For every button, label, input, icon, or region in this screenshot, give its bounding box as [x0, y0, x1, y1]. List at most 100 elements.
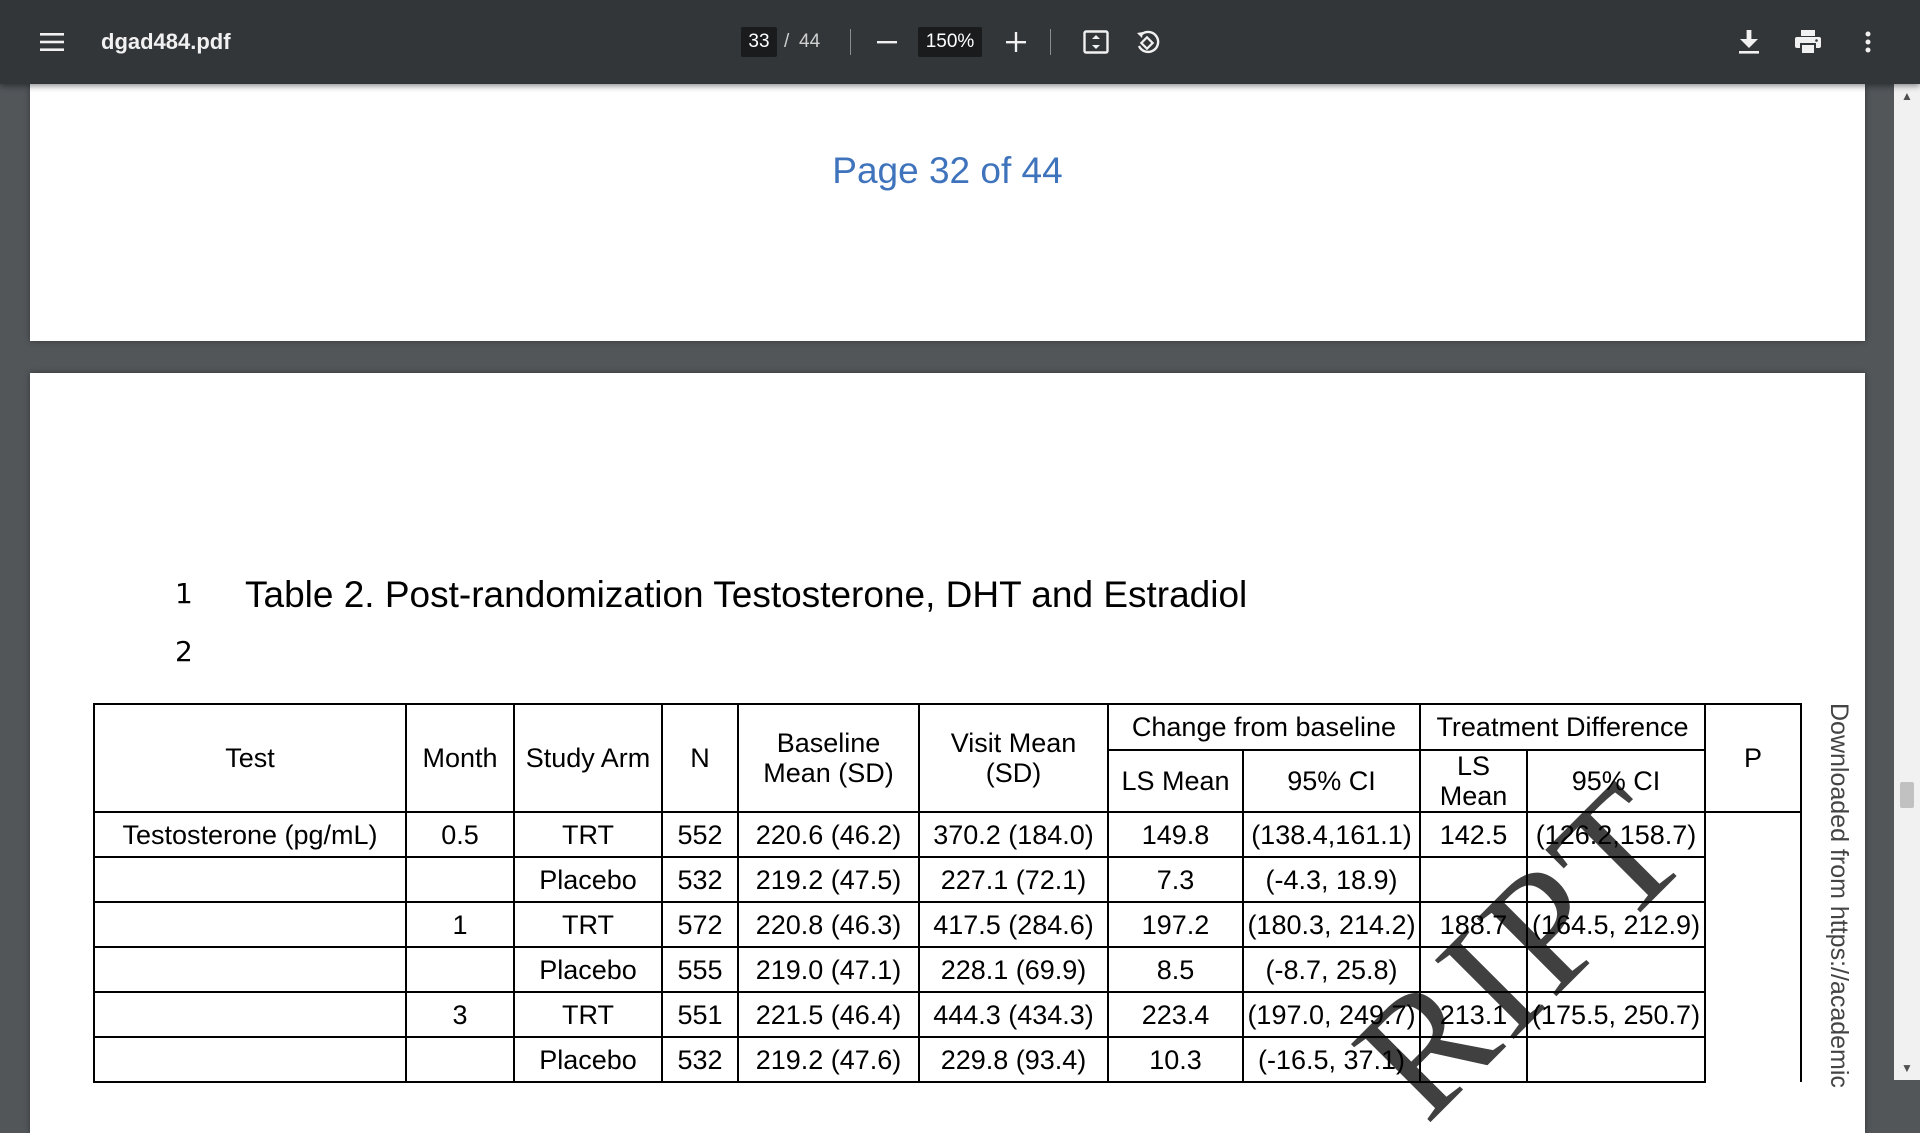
cell-baseline: 219.0 (47.1) [737, 946, 920, 993]
table-row: Placebo 555 219.0 (47.1) 228.1 (69.9) 8.5 (-8… [93, 946, 1801, 993]
cell-ci: (-4.3, 18.9) [1242, 856, 1421, 903]
cell-visit: 444.3 (434.3) [918, 991, 1109, 1038]
cell-ls-mean: 10.3 [1107, 1036, 1244, 1083]
cell-treat-ls-mean: 142.5 [1419, 811, 1528, 858]
cell-n: 532 [661, 1036, 739, 1083]
cell-visit: 229.8 (93.4) [918, 1036, 1109, 1083]
fit-page-icon [1083, 30, 1109, 54]
cell-ci: (-8.7, 25.8) [1242, 946, 1421, 993]
cell-test: Testosterone (pg/mL) [93, 811, 407, 858]
cell-n: 551 [661, 991, 739, 1038]
cell-n: 555 [661, 946, 739, 993]
cell-baseline: 220.8 (46.3) [737, 901, 920, 948]
zoom-out-icon [877, 41, 897, 44]
menu-button[interactable] [34, 24, 70, 60]
cell-n: 532 [661, 856, 739, 903]
cell-n: 552 [661, 811, 739, 858]
fit-page-button[interactable] [1078, 24, 1114, 60]
line-number: 1 [175, 577, 193, 610]
rotate-icon [1137, 30, 1160, 54]
menu-icon [40, 33, 64, 51]
table-row: Testosterone (pg/mL) 0.5 TRT 552 220.6 (46.2… [93, 811, 1802, 1082]
cell-treat-ci: (126.2,158.7) [1526, 811, 1706, 858]
vertical-scrollbar[interactable]: ▲ ▼ [1894, 84, 1920, 1080]
header-baseline: Baseline Mean (SD) [737, 703, 920, 813]
scroll-thumb[interactable] [1900, 782, 1914, 808]
cell-treat-ls-mean: 188.7 [1419, 901, 1528, 948]
cell-baseline: 219.2 (47.5) [737, 856, 920, 903]
download-button[interactable] [1731, 24, 1767, 60]
table-row: Placebo 532 219.2 (47.6) 229.8 (93.4) 10.3 (-… [93, 1036, 1801, 1083]
scroll-down-arrow-icon[interactable]: ▼ [1894, 1056, 1920, 1080]
download-icon [1739, 30, 1759, 54]
rotate-button[interactable] [1130, 24, 1166, 60]
cell-treat-ci [1526, 856, 1706, 903]
header-change-from-baseline: Change from baseline [1107, 703, 1421, 751]
zoom-in-icon [1006, 32, 1026, 52]
zoom-in-button[interactable] [998, 24, 1034, 60]
cell-ci: (197.0, 249.7) [1242, 991, 1421, 1038]
page-total: 44 [799, 31, 821, 52]
line-number: 2 [175, 635, 193, 668]
cell-ci: (180.3, 214.2) [1242, 901, 1421, 948]
page-number-input[interactable]: 33 [741, 27, 777, 57]
file-name: dgad484.pdf [101, 29, 231, 54]
document-viewer[interactable]: Page 32 of 44 1 Table 2. Post-randomizat… [0, 84, 1920, 1133]
header-n: N [661, 703, 739, 813]
table-row: 3 TRT 551 221.5 (46.4) 444.3 (434.3) 223.4 (19… [93, 991, 1801, 1038]
cell-study-arm: Placebo [513, 856, 663, 903]
toolbar-divider [1050, 29, 1051, 55]
cell-test [93, 901, 407, 948]
cell-p [1704, 811, 1802, 1082]
table-header-row: Test Month Study Arm N Baseline Mean (SD… [93, 703, 1802, 813]
header-treat-ls-mean: LS Mean [1419, 749, 1528, 813]
header-ci: 95% CI [1242, 749, 1421, 813]
table-row: 1 TRT 572 220.8 (46.3) 417.5 (284.6) 197.2 (18… [93, 901, 1801, 948]
pdf-page-previous: Page 32 of 44 [30, 84, 1865, 341]
cell-ls-mean: 197.2 [1107, 901, 1244, 948]
zoom-out-button[interactable] [869, 24, 905, 60]
cell-ls-mean: 223.4 [1107, 991, 1244, 1038]
cell-baseline: 220.6 (46.2) [737, 811, 920, 858]
cell-treat-ls-mean: 213.1 [1419, 991, 1528, 1038]
scroll-up-arrow-icon[interactable]: ▲ [1894, 84, 1920, 108]
cell-baseline: 221.5 (46.4) [737, 991, 920, 1038]
print-icon [1795, 30, 1821, 54]
header-p: P [1704, 703, 1802, 813]
download-notice: Downloaded from https://academic [1825, 703, 1853, 1088]
more-actions-button[interactable] [1850, 24, 1886, 60]
cell-ls-mean: 8.5 [1107, 946, 1244, 993]
header-treat-ci: 95% CI [1526, 749, 1706, 813]
table-body: Testosterone (pg/mL) 0.5 TRT 552 220.6 (46.2… [93, 811, 1802, 1083]
cell-month [405, 946, 515, 993]
header-study-arm: Study Arm [513, 703, 663, 813]
cell-month: 0.5 [405, 811, 515, 858]
cell-study-arm: TRT [513, 811, 663, 858]
print-button[interactable] [1790, 24, 1826, 60]
zoom-level-input[interactable]: 150% [918, 27, 982, 57]
pdf-page-current: 1 Table 2. Post-randomization Testostero… [30, 373, 1865, 1133]
cell-treat-ls-mean [1419, 946, 1528, 993]
cell-treat-ci: (164.5, 212.9) [1526, 901, 1706, 948]
cell-visit: 417.5 (284.6) [918, 901, 1109, 948]
cell-ls-mean: 149.8 [1107, 811, 1244, 858]
cell-treat-ls-mean [1419, 1036, 1528, 1083]
cell-study-arm: Placebo [513, 946, 663, 993]
cell-month [405, 1036, 515, 1083]
header-test: Test [93, 703, 407, 813]
table-title: Table 2. Post-randomization Testosterone… [245, 574, 1248, 615]
cell-test [93, 1036, 407, 1083]
cell-test [93, 991, 407, 1038]
page-footer: Page 32 of 44 [832, 150, 1063, 191]
cell-n: 572 [661, 901, 739, 948]
cell-ci: (-16.5, 37.1) [1242, 1036, 1421, 1083]
cell-baseline: 219.2 (47.6) [737, 1036, 920, 1083]
cell-treat-ci [1526, 946, 1706, 993]
cell-test [93, 856, 407, 903]
cell-month: 1 [405, 901, 515, 948]
data-table: Test Month Study Arm N Baseline Mean (SD… [93, 703, 1802, 1083]
cell-visit: 370.2 (184.0) [918, 811, 1109, 858]
cell-study-arm: TRT [513, 901, 663, 948]
table-row: Placebo 532 219.2 (47.5) 227.1 (72.1) 7.3 (-4… [93, 856, 1801, 903]
cell-study-arm: Placebo [513, 1036, 663, 1083]
